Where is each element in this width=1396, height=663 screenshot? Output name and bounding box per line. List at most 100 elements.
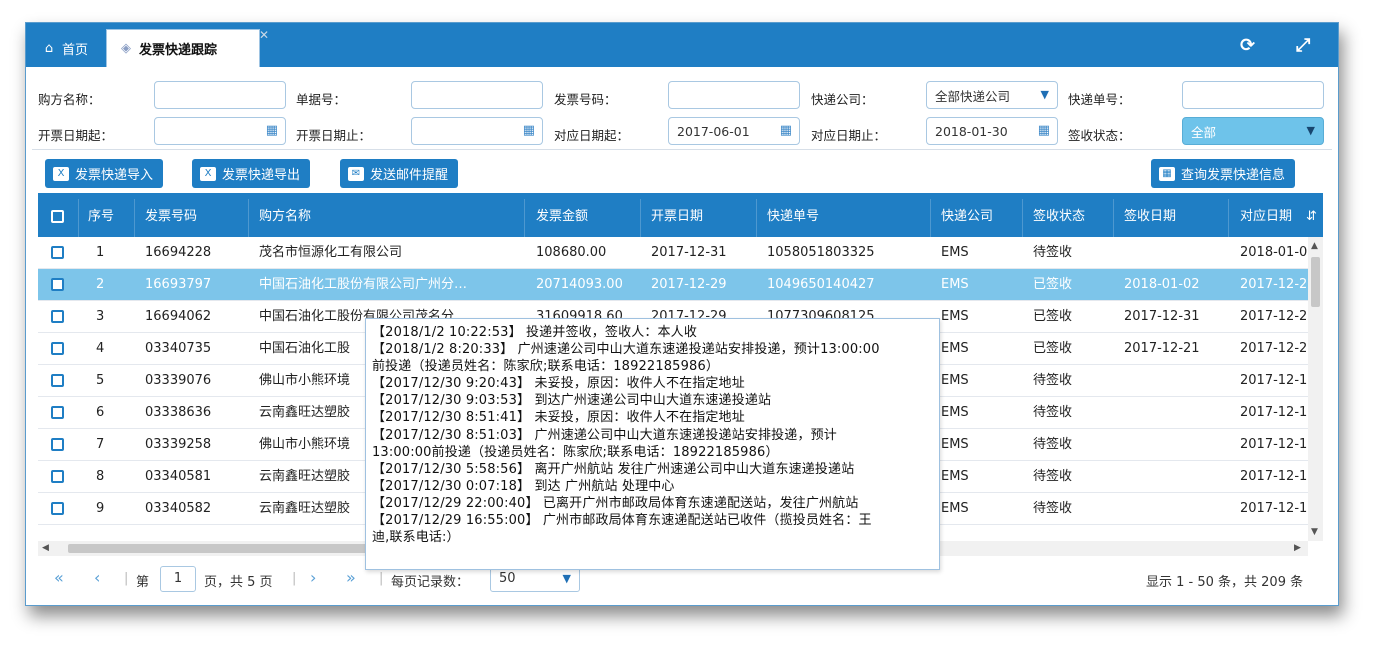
row-checkbox[interactable] — [51, 278, 64, 291]
table-row[interactable]: 1 16694228 茂名市恒源化工有限公司 108680.00 2017-12-31 1… — [38, 237, 1308, 269]
filter-panel: 购方名称： 单据号： 发票号码： 快递公司： 全部快递公司 ▼ 快递单号： 开票… — [26, 69, 1338, 153]
scroll-down-icon[interactable]: ▼ — [1311, 527, 1318, 537]
cell-company: EMS — [941, 373, 969, 388]
cell-invoice: 03340582 — [145, 501, 212, 516]
cell-status: 待签收 — [1033, 501, 1073, 516]
close-icon[interactable]: ✕ — [259, 28, 269, 42]
row-checkbox[interactable] — [51, 502, 64, 515]
scroll-left-icon[interactable]: ◀ — [42, 543, 49, 553]
invoice-no-label: 发票号码： — [554, 92, 617, 107]
refresh-icon[interactable]: ⟳ — [1240, 35, 1255, 56]
scrollbar-thumb[interactable] — [1311, 257, 1320, 307]
issue-start-input[interactable]: ▦ — [154, 117, 286, 145]
row-checkbox[interactable] — [51, 374, 64, 387]
column-divider — [930, 199, 931, 237]
scroll-up-icon[interactable]: ▲ — [1311, 241, 1318, 251]
tooltip-line: 迪,联系电话:） — [372, 530, 460, 546]
tag-icon: ◈ — [121, 41, 131, 56]
cell-status: 待签收 — [1033, 469, 1073, 484]
main-window: ⌂ 首页 ◈ 发票快递跟踪 ✕ ⟳ ⤢ 购方名称： 单据号： 发票号码： 快递公… — [25, 22, 1339, 606]
calendar-icon[interactable]: ▦ — [780, 123, 792, 138]
match-start-input[interactable]: 2017-06-01 ▦ — [668, 117, 800, 145]
column-divider — [756, 199, 757, 237]
cell-status: 待签收 — [1033, 437, 1073, 452]
cell-company: EMS — [941, 405, 969, 420]
cell-invoice: 03338636 — [145, 405, 212, 420]
column-menu-icon[interactable]: ⇵ — [1306, 193, 1317, 237]
tab-bar: ⌂ 首页 ◈ 发票快递跟踪 ✕ ⟳ ⤢ — [26, 23, 1338, 67]
row-checkbox[interactable] — [51, 246, 64, 259]
cell-company: EMS — [941, 277, 969, 292]
col-header-status[interactable]: 签收状态 — [1033, 193, 1085, 237]
row-checkbox[interactable] — [51, 470, 64, 483]
doc-no-input[interactable] — [411, 81, 543, 109]
excel-icon: X — [200, 166, 216, 181]
next-page-icon[interactable]: › — [310, 568, 316, 587]
invoice-no-input[interactable] — [668, 81, 800, 109]
col-header-sign-date[interactable]: 签收日期 — [1124, 193, 1176, 237]
send-email-button[interactable]: ✉ 发送邮件提醒 — [340, 159, 459, 188]
calendar-icon[interactable]: ▦ — [1038, 123, 1050, 138]
cell-company: EMS — [941, 501, 969, 516]
expand-icon[interactable]: ⤢ — [1296, 35, 1310, 56]
cell-no: 7 — [96, 437, 105, 452]
match-end-input[interactable]: 2018-01-30 ▦ — [926, 117, 1058, 145]
export-button[interactable]: X 发票快递导出 — [192, 159, 311, 188]
tooltip-line: 【2017/12/29 16:55:00】 广州市邮政局体育东速递配送站已收件（… — [372, 513, 872, 529]
col-header-no[interactable]: 序号 — [88, 193, 114, 237]
tracking-no-input[interactable] — [1182, 81, 1324, 109]
cell-no: 6 — [96, 405, 105, 420]
table-row[interactable]: 2 16693797 中国石油化工股份有限公司广州分… 20714093.00 2017… — [38, 269, 1308, 301]
calendar-icon[interactable]: ▦ — [266, 123, 278, 138]
tab-home[interactable]: ⌂ 首页 — [30, 29, 104, 67]
cell-match-date: 2018-01-0 — [1240, 245, 1308, 260]
col-header-tracking[interactable]: 快递单号 — [767, 193, 819, 237]
cell-company: EMS — [941, 469, 969, 484]
divider — [32, 149, 1332, 150]
col-header-date[interactable]: 开票日期 — [651, 193, 703, 237]
prev-page-icon[interactable]: ‹ — [94, 568, 100, 587]
col-header-invoice[interactable]: 发票号码 — [145, 193, 197, 237]
courier-select[interactable]: 全部快递公司 ▼ — [926, 81, 1058, 109]
row-checkbox[interactable] — [51, 406, 64, 419]
cell-buyer: 中国石油化工股份有限公司广州分… — [259, 277, 468, 292]
col-header-buyer[interactable]: 购方名称 — [259, 193, 311, 237]
column-divider — [524, 199, 525, 237]
row-checkbox[interactable] — [51, 310, 64, 323]
import-button[interactable]: X 发票快递导入 — [45, 159, 164, 188]
tab-invoice-tracking-label: 发票快递跟踪 — [139, 43, 218, 58]
cell-company: EMS — [941, 341, 969, 356]
col-header-company[interactable]: 快递公司 — [941, 193, 993, 237]
page-number-input[interactable]: 1 — [160, 566, 196, 592]
select-all-checkbox[interactable] — [51, 210, 64, 223]
row-checkbox[interactable] — [51, 342, 64, 355]
buyer-name-input[interactable] — [154, 81, 286, 109]
cell-date: 2017-12-31 — [651, 245, 727, 260]
scroll-right-icon[interactable]: ▶ — [1294, 543, 1301, 553]
row-checkbox[interactable] — [51, 438, 64, 451]
calendar-icon[interactable]: ▦ — [523, 123, 535, 138]
col-header-match-date[interactable]: 对应日期 — [1240, 193, 1292, 237]
col-header-amount[interactable]: 发票金额 — [536, 193, 588, 237]
cell-match-date: 2017-12-1 — [1240, 469, 1308, 484]
cell-status: 待签收 — [1033, 373, 1073, 388]
cell-invoice: 03340581 — [145, 469, 212, 484]
query-button[interactable]: ▦ 查询发票快递信息 — [1151, 159, 1296, 188]
cell-sign-date: 2017-12-21 — [1124, 341, 1200, 356]
match-start-value: 2017-06-01 — [677, 123, 750, 139]
tooltip-line: 【2017/12/30 8:51:03】 广州速递公司中山大道东速递投递站安排投… — [372, 427, 837, 443]
sign-status-select[interactable]: 全部 ▼ — [1182, 117, 1324, 145]
issue-end-input[interactable]: ▦ — [411, 117, 543, 145]
page-prefix: 第 — [136, 575, 150, 590]
tooltip-line: 【2017/12/30 5:58:56】 离开广州航站 发往广州速递公司中山大道… — [372, 461, 855, 477]
vertical-scrollbar[interactable]: ▲ ▼ — [1308, 237, 1323, 541]
grid-icon: ▦ — [1159, 166, 1175, 181]
tab-invoice-tracking[interactable]: ◈ 发票快递跟踪 ✕ — [106, 28, 269, 67]
column-divider — [1228, 199, 1229, 237]
courier-select-value: 全部快递公司 — [935, 88, 1011, 104]
first-page-icon[interactable]: « — [54, 568, 64, 587]
tooltip-line: 【2018/1/2 8:20:33】 广州速递公司中山大道东速递投递站安排投递，… — [372, 342, 880, 358]
cell-match-date: 2017-12-1 — [1240, 373, 1308, 388]
cell-status: 已签收 — [1033, 309, 1073, 324]
last-page-icon[interactable]: » — [346, 568, 356, 587]
